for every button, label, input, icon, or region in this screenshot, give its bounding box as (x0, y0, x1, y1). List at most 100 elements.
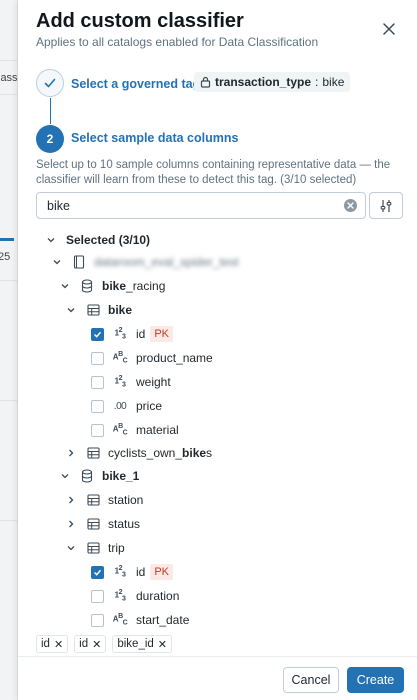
schema-name-suffix: _racing (126, 279, 166, 293)
chevron-down-icon[interactable] (60, 471, 70, 481)
catalog-icon (72, 255, 86, 269)
chip-label: id (79, 638, 89, 650)
decimal-type-icon: .00 (113, 400, 127, 412)
tag-key: transaction_type (215, 75, 312, 89)
bg-divider (0, 60, 17, 61)
chevron-down-icon[interactable] (66, 305, 76, 315)
remove-chip-icon[interactable]: ✕ (54, 638, 63, 651)
column-row[interactable]: 123 weight (91, 372, 171, 392)
column-checkbox[interactable] (91, 565, 104, 579)
table-icon (86, 303, 100, 317)
tree-table-trip[interactable]: trip (66, 538, 125, 558)
close-icon (383, 23, 395, 35)
chevron-down-icon[interactable] (60, 281, 70, 291)
column-row[interactable]: ABC product_name (91, 348, 213, 368)
clear-search-icon[interactable] (344, 199, 357, 212)
tree-table-status[interactable]: status (66, 514, 140, 534)
tree-catalog[interactable]: dataroom_eval_spider_test (52, 252, 239, 272)
bg-text-fragment: 25 (0, 251, 11, 263)
table-name: trip (108, 541, 125, 555)
chip-label: bike_id (117, 638, 154, 650)
bg-text-fragment: lass (0, 72, 18, 84)
catalog-name: dataroom_eval_spider_test (94, 255, 239, 269)
table-name: status (108, 517, 141, 531)
column-checkbox[interactable] (91, 613, 104, 627)
string-type-icon: ABC (112, 351, 128, 365)
step1-indicator (36, 69, 64, 97)
table-icon (86, 446, 100, 460)
table-name-prefix: cyclists_own_ (108, 446, 183, 460)
search-input[interactable] (47, 198, 337, 213)
column-checkbox[interactable] (91, 423, 104, 437)
string-type-icon: ABC (112, 423, 128, 437)
column-checkbox[interactable] (91, 589, 104, 603)
schema-icon (80, 279, 94, 293)
column-checkbox[interactable] (91, 375, 104, 389)
tree-table-station[interactable]: station (66, 490, 143, 510)
chevron-right-icon[interactable] (66, 495, 76, 505)
column-row[interactable]: .00 price (91, 396, 162, 416)
step2-label: Select sample data columns (71, 131, 239, 145)
step2-indicator: 2 (36, 125, 64, 153)
selected-chip: bike_id ✕ (112, 635, 173, 653)
column-row[interactable]: 123 id PK (91, 324, 174, 344)
governed-tag-chip: transaction_type: bike (194, 72, 351, 92)
tag-separator: : (315, 75, 319, 89)
column-name: price (136, 399, 163, 413)
drawer-title: Add custom classifier (36, 10, 244, 32)
create-button[interactable]: Create (347, 667, 404, 693)
column-row[interactable]: ABC material (91, 420, 179, 440)
tree-schema-bike-racing[interactable]: bike _racing (60, 276, 165, 296)
pk-badge: PK (150, 326, 174, 342)
column-row[interactable]: ABC start_date (91, 610, 189, 630)
chip-label: id (41, 638, 50, 650)
column-name: weight (136, 375, 171, 389)
selected-count-label: Selected (3/10) (66, 233, 151, 247)
table-icon (86, 541, 100, 555)
remove-chip-icon[interactable]: ✕ (92, 638, 101, 651)
tag-value: bike (322, 75, 345, 89)
selected-chip: id ✕ (74, 635, 107, 653)
bg-divider (0, 520, 17, 521)
bg-divider (0, 280, 17, 281)
tree-schema-bike-1[interactable]: bike_1 (60, 466, 139, 486)
cancel-button[interactable]: Cancel (283, 667, 339, 693)
chevron-right-icon[interactable] (66, 519, 76, 529)
column-name: id (136, 565, 146, 579)
table-name-match: bike (182, 446, 207, 460)
integer-type-icon: 123 (114, 375, 126, 389)
table-icon (86, 517, 100, 531)
tree-table-bike[interactable]: bike (66, 300, 132, 320)
selected-columns-chips: id ✕ id ✕ bike_id ✕ (36, 635, 173, 653)
integer-type-icon: 123 (114, 589, 126, 603)
column-checkbox[interactable] (91, 399, 104, 413)
classifier-drawer: Add custom classifier Applies to all cat… (18, 0, 417, 700)
step1-label[interactable]: Select a governed tag (71, 77, 200, 91)
column-row[interactable]: 123 duration (91, 586, 179, 606)
remove-chip-icon[interactable]: ✕ (158, 638, 167, 651)
chevron-down-icon[interactable] (46, 235, 56, 245)
close-button[interactable] (380, 20, 398, 38)
integer-type-icon: 123 (114, 565, 126, 579)
filter-button[interactable] (369, 192, 403, 219)
tree-table-cyclists[interactable]: cyclists_own_ bike s (66, 443, 212, 463)
chevron-down-icon[interactable] (66, 543, 76, 553)
table-name-suffix: s (206, 446, 213, 460)
schema-icon (80, 469, 94, 483)
lock-icon (200, 76, 211, 88)
sliders-icon (380, 199, 392, 212)
column-checkbox[interactable] (91, 327, 104, 341)
footer-divider (18, 656, 417, 657)
bg-bar (0, 238, 14, 241)
tree-selected-header[interactable]: Selected (3/10) (46, 230, 150, 250)
bg-divider (0, 400, 17, 401)
schema-name-prefix: bike (102, 279, 127, 293)
column-row[interactable]: 123 id PK (91, 562, 174, 582)
column-name: id (136, 327, 146, 341)
chevron-down-icon[interactable] (52, 257, 62, 267)
column-checkbox[interactable] (91, 351, 104, 365)
helper-text: Select up to 10 sample columns containin… (36, 159, 391, 186)
column-name: duration (136, 589, 180, 603)
chevron-right-icon[interactable] (66, 448, 76, 458)
bg-divider (0, 94, 17, 95)
